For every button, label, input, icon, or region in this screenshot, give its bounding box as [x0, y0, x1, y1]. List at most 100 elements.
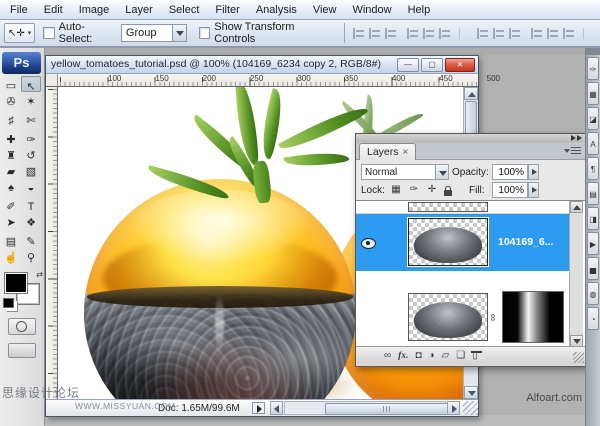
- layer-row[interactable]: ∞: [356, 288, 569, 346]
- zoom-tool-icon[interactable]: ⚲: [21, 248, 41, 264]
- lock-position-icon[interactable]: ✛: [425, 182, 439, 197]
- align-horizontal-centers-icon[interactable]: [422, 28, 435, 39]
- crop-tool-icon[interactable]: ♯: [1, 111, 21, 127]
- healing-brush-tool-icon[interactable]: ✚: [1, 130, 21, 146]
- show-transform-controls-checkbox[interactable]: [199, 27, 210, 39]
- distribute-bottom-edges-icon[interactable]: [508, 28, 521, 39]
- menu-item[interactable]: Edit: [36, 2, 71, 18]
- quick-mask-button[interactable]: [8, 318, 36, 335]
- layer-thumbnail[interactable]: [408, 202, 488, 212]
- distribute-left-edges-icon[interactable]: [530, 28, 543, 39]
- new-layer-button[interactable]: ❏: [456, 348, 465, 364]
- menu-item[interactable]: Select: [161, 2, 208, 18]
- panel-title-strip[interactable]: [356, 134, 585, 143]
- pen-tool-icon[interactable]: ✐: [1, 197, 21, 213]
- collapse-dock-icon[interactable]: [569, 135, 583, 142]
- menu-item[interactable]: Window: [344, 2, 399, 18]
- dock-info-icon[interactable]: ◔: [587, 307, 599, 330]
- layer-row-selected[interactable]: 104169_6...: [356, 214, 569, 271]
- foreground-color-swatch[interactable]: [5, 273, 27, 293]
- dodge-tool-icon[interactable]: ◒: [21, 178, 41, 194]
- swap-colors-icon[interactable]: ⇄: [36, 270, 43, 279]
- adjustment-layer-button[interactable]: ◑: [428, 348, 434, 364]
- horizontal-scroll-track[interactable]: [284, 401, 446, 415]
- maximize-button[interactable]: ▢: [421, 58, 443, 72]
- menu-item[interactable]: Image: [71, 2, 118, 18]
- rectangular-marquee-tool-icon[interactable]: ▭: [1, 76, 21, 92]
- scroll-up-icon[interactable]: [570, 201, 583, 213]
- dock-paragraph-icon[interactable]: ¶: [587, 157, 599, 180]
- layer-style-button[interactable]: fx.: [398, 348, 408, 364]
- menu-item[interactable]: Filter: [207, 2, 247, 18]
- dock-clone-source-icon[interactable]: ▦: [587, 82, 599, 105]
- lock-image-icon[interactable]: ✑: [407, 182, 421, 197]
- eraser-tool-icon[interactable]: ▰: [1, 162, 21, 178]
- clone-stamp-tool-icon[interactable]: ♜: [1, 146, 21, 162]
- layer-visibility-icon[interactable]: [361, 238, 376, 249]
- dock-brushes-icon[interactable]: ✑: [587, 57, 599, 80]
- horizontal-scroll-thumb[interactable]: [325, 403, 452, 415]
- eyedropper-tool-icon[interactable]: ✎: [21, 232, 41, 248]
- dock-styles-icon[interactable]: ◪: [587, 107, 599, 130]
- status-popup-arrow[interactable]: [252, 402, 265, 414]
- dock-navigator-icon[interactable]: ◍: [587, 282, 599, 305]
- add-layer-mask-button[interactable]: ◘: [415, 348, 421, 364]
- new-group-button[interactable]: ▱: [442, 348, 450, 364]
- menu-item[interactable]: Layer: [117, 2, 161, 18]
- dock-actions-icon[interactable]: ▶: [587, 232, 599, 255]
- distribute-horizontal-centers-icon[interactable]: [546, 28, 559, 39]
- move-tool-icon[interactable]: ↖: [21, 76, 41, 92]
- custom-shape-tool-icon[interactable]: ❖: [21, 213, 41, 229]
- hand-tool-icon[interactable]: ☝: [1, 248, 21, 264]
- brush-tool-icon[interactable]: ✑: [21, 130, 41, 146]
- layer-mask-link-icon[interactable]: ∞: [487, 314, 498, 321]
- layer-thumbnail[interactable]: [408, 218, 488, 266]
- auto-select-checkbox[interactable]: [43, 27, 54, 39]
- align-right-edges-icon[interactable]: [438, 28, 460, 39]
- lasso-tool-icon[interactable]: ✇: [1, 92, 21, 108]
- magic-wand-tool-icon[interactable]: ✶: [21, 92, 41, 108]
- minimize-button[interactable]: —: [397, 58, 419, 72]
- fill-value[interactable]: 100%: [492, 182, 528, 198]
- align-left-edges-icon[interactable]: [406, 28, 419, 39]
- align-bottom-edges-icon[interactable]: [384, 28, 397, 39]
- link-layers-button[interactable]: ∞: [384, 348, 391, 364]
- slice-tool-icon[interactable]: ✄: [21, 111, 41, 127]
- notes-tool-icon[interactable]: ▤: [1, 232, 21, 248]
- align-vertical-centers-icon[interactable]: [368, 28, 381, 39]
- tool-preset-picker[interactable]: ↖✛ ▾: [4, 23, 35, 43]
- layers-scrollbar[interactable]: [569, 201, 583, 346]
- align-top-edges-icon[interactable]: [352, 28, 365, 39]
- gradient-tool-icon[interactable]: ▧: [21, 162, 41, 178]
- menu-item[interactable]: Analysis: [248, 2, 305, 18]
- tab-layers[interactable]: Layers ×: [359, 143, 416, 160]
- lock-all-icon[interactable]: [444, 190, 452, 196]
- dock-histogram-icon[interactable]: ▅: [587, 257, 599, 280]
- distribute-vertical-centers-icon[interactable]: [492, 28, 505, 39]
- menu-item[interactable]: View: [305, 2, 345, 18]
- close-tab-icon[interactable]: ×: [403, 147, 409, 158]
- lock-transparency-icon[interactable]: ▦: [389, 182, 403, 197]
- panel-resize-grip[interactable]: [573, 352, 584, 363]
- dock-character-icon[interactable]: A: [587, 132, 599, 155]
- menu-item[interactable]: File: [2, 2, 36, 18]
- fill-slider-arrow[interactable]: [528, 182, 539, 198]
- menu-item[interactable]: Help: [400, 2, 439, 18]
- blur-tool-icon[interactable]: ♠: [1, 178, 21, 194]
- horizontal-scrollbar[interactable]: [270, 401, 460, 415]
- distribute-right-edges-icon[interactable]: [562, 28, 584, 39]
- delete-layer-button[interactable]: ▯: [472, 348, 478, 364]
- panel-menu-icon[interactable]: [566, 147, 581, 156]
- type-tool-icon[interactable]: T: [21, 197, 41, 213]
- layer-name[interactable]: 104169_6...: [498, 236, 553, 248]
- screen-mode-button[interactable]: [8, 343, 36, 358]
- opacity-value[interactable]: 100%: [492, 164, 528, 180]
- scroll-down-icon[interactable]: [570, 335, 583, 346]
- scroll-up-icon[interactable]: [464, 87, 478, 100]
- layer-row-partial[interactable]: [356, 201, 569, 214]
- document-titlebar[interactable]: yellow_tomatoes_tutorial.psd @ 100% (104…: [46, 56, 478, 74]
- distribute-top-edges-icon[interactable]: [476, 28, 489, 39]
- path-selection-tool-icon[interactable]: ➤: [1, 213, 21, 229]
- default-colors-icon[interactable]: [3, 298, 14, 308]
- history-brush-tool-icon[interactable]: ↺: [21, 146, 41, 162]
